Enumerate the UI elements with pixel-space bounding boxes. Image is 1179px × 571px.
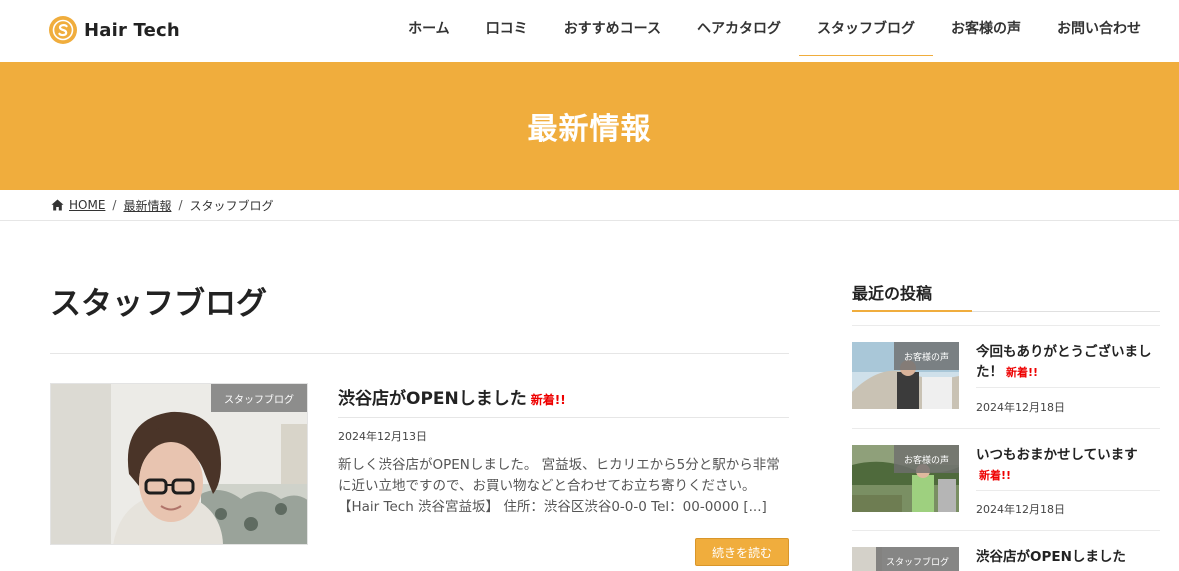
sidebar-title: 最近の投稿 <box>852 284 933 303</box>
sidebar-post-title-text[interactable]: いつもおまかせしています <box>976 447 1138 463</box>
banner-title: 最新情報 <box>527 112 652 147</box>
sidebar-post-thumbnail[interactable]: お客様の声 <box>852 342 959 409</box>
site-header: Hair Tech ホーム 口コミ おすすめコース ヘアカタログ スタッフブログ… <box>0 0 1179 62</box>
new-badge: 新着!! <box>530 393 566 407</box>
breadcrumb-separator: / <box>112 198 117 212</box>
nav-item-hair-catalog[interactable]: ヘアカタログ <box>679 0 799 56</box>
category-badge: スタッフブログ <box>875 547 959 571</box>
divider <box>852 530 1160 531</box>
divider <box>852 325 1160 326</box>
category-badge: お客様の声 <box>893 342 959 370</box>
divider <box>976 387 1160 388</box>
breadcrumb-separator: / <box>178 198 183 212</box>
sidebar-post-title-text[interactable]: 今回もありがとうございました！ <box>976 344 1152 380</box>
home-icon <box>51 199 64 211</box>
s-circle-logo-icon <box>49 16 77 44</box>
new-badge: 新着!! <box>979 469 1012 482</box>
sidebar-title-underline <box>852 310 972 312</box>
nav-item-customer-voice[interactable]: お客様の声 <box>933 0 1039 56</box>
sidebar-post-title[interactable]: 渋谷店がOPENしました <box>976 547 1161 567</box>
page-title: スタッフブログ <box>50 286 267 322</box>
sidebar-post-date: 2024年12月18日 <box>976 503 1065 516</box>
nav-item-recommended-courses[interactable]: おすすめコース <box>546 0 679 56</box>
nav-item-staff-blog[interactable]: スタッフブログ <box>799 0 933 56</box>
sidebar-post-thumbnail[interactable]: お客様の声 <box>852 445 959 512</box>
post-thumbnail[interactable]: スタッフブログ <box>50 383 308 545</box>
category-badge: お客様の声 <box>893 445 959 473</box>
category-badge: スタッフブログ <box>211 384 307 412</box>
sidebar-post-title-text[interactable]: 渋谷店がOPENしました <box>976 549 1126 565</box>
divider <box>338 417 789 418</box>
post-title[interactable]: 渋谷店がOPENしました 新着!! <box>338 384 566 409</box>
post-excerpt: 新しく渋谷店がOPENしました。 宮益坂、ヒカリエから5分と駅から非常に近い立地… <box>338 457 780 515</box>
site-logo[interactable]: Hair Tech <box>49 16 180 44</box>
logo-text: Hair Tech <box>84 19 180 41</box>
post-date: 2024年12月13日 <box>338 430 427 443</box>
nav-item-home[interactable]: ホーム <box>390 0 468 56</box>
sidebar-post-thumbnail[interactable]: スタッフブログ <box>852 547 959 571</box>
nav-item-reviews[interactable]: 口コミ <box>468 0 546 56</box>
divider <box>976 490 1160 491</box>
breadcrumb: HOME / 最新情報 / スタッフブログ <box>0 190 1179 221</box>
breadcrumb-current: スタッフブログ <box>189 198 274 213</box>
main-nav: ホーム 口コミ おすすめコース ヘアカタログ スタッフブログ お客様の声 お問い… <box>390 0 1159 62</box>
divider <box>852 428 1160 429</box>
sidebar-post-date: 2024年12月18日 <box>976 401 1065 414</box>
read-more-button[interactable]: 続きを読む <box>695 538 789 566</box>
nav-item-contact[interactable]: お問い合わせ <box>1039 0 1159 56</box>
post-title-text[interactable]: 渋谷店がOPENしました <box>338 389 527 409</box>
divider <box>50 353 789 354</box>
breadcrumb-section-link[interactable]: 最新情報 <box>123 197 171 214</box>
breadcrumb-home-link[interactable]: HOME <box>69 198 105 212</box>
sidebar-post-title[interactable]: いつもおまかせしています 新着!! <box>976 445 1161 486</box>
page-header-banner: 最新情報 <box>0 62 1179 190</box>
sidebar-post-title[interactable]: 今回もありがとうございました！ 新着!! <box>976 342 1161 383</box>
new-badge: 新着!! <box>1006 366 1039 379</box>
